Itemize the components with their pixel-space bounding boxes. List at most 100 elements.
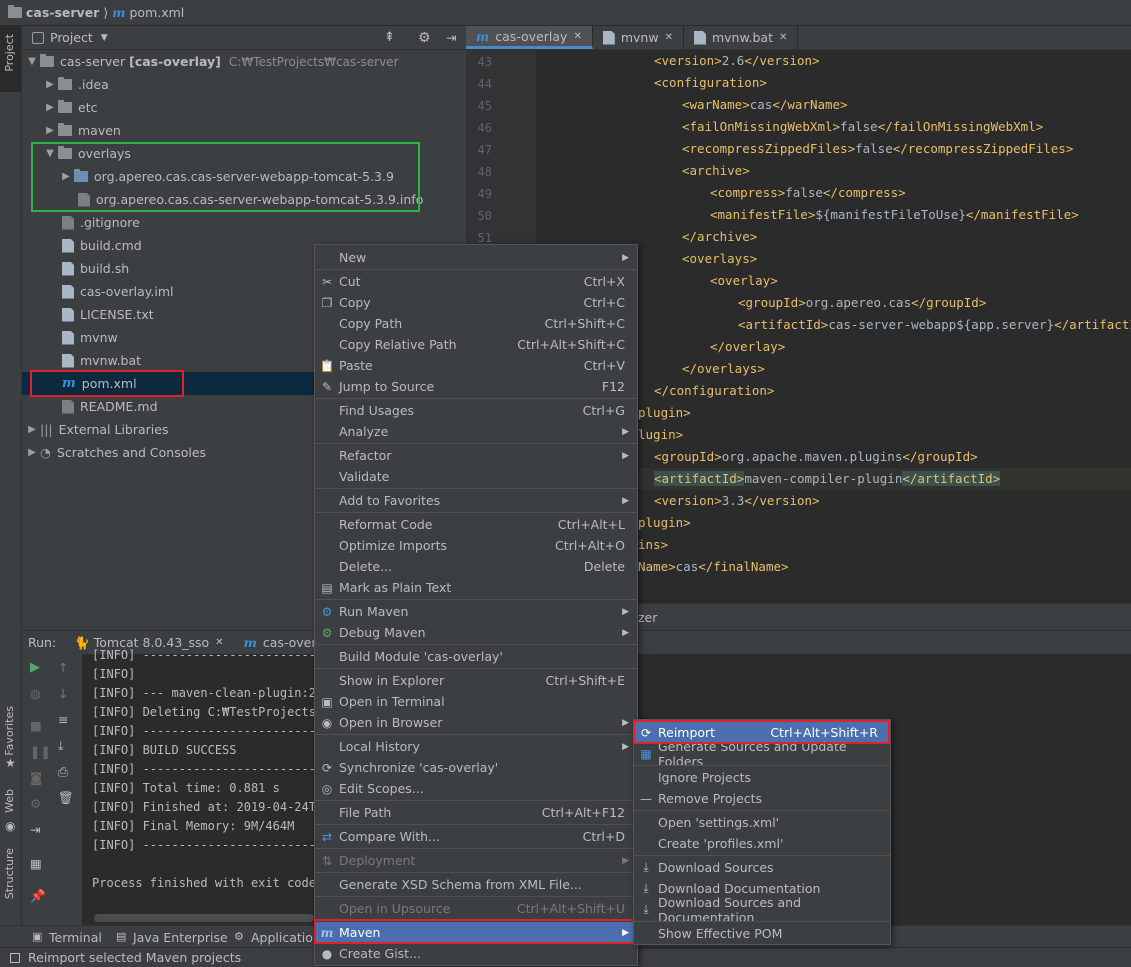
- application-tab[interactable]: Application: [251, 930, 321, 945]
- up-arrow-icon[interactable]: ↑: [58, 660, 68, 675]
- project-tool-tab[interactable]: Project: [3, 34, 16, 72]
- menu-item-synchronize[interactable]: ⟳ Synchronize 'cas-overlay': [315, 757, 637, 778]
- menu-item-file-path[interactable]: File Path Ctrl+Alt+F12: [315, 802, 637, 823]
- menu-item-add-to-favorites[interactable]: Add to Favorites ▶: [315, 490, 637, 511]
- trash-icon[interactable]: 🗑: [58, 790, 74, 806]
- dump-icon[interactable]: ◙: [30, 770, 42, 785]
- run-icon[interactable]: ▶: [30, 660, 40, 675]
- web-tool-tab[interactable]: Web: [3, 789, 16, 813]
- menu-item-optimize-imports[interactable]: Optimize Imports Ctrl+Alt+O: [315, 535, 637, 556]
- menu-item-delete[interactable]: Delete... Delete: [315, 556, 637, 577]
- menu-item-cut[interactable]: ✂ Cut Ctrl+X: [315, 271, 637, 292]
- layout-icon[interactable]: ▦: [30, 856, 42, 871]
- collapsed-arrow-icon[interactable]: ▶: [42, 102, 58, 113]
- folder-icon: [58, 100, 72, 113]
- terminal-tab[interactable]: Terminal: [49, 930, 102, 945]
- menu-item-build-module[interactable]: Build Module 'cas-overlay': [315, 646, 637, 667]
- menu-item-download-sources[interactable]: ⤓ Download Sources: [634, 857, 890, 878]
- close-icon[interactable]: ✕: [215, 637, 223, 648]
- structure-tool-tab[interactable]: Structure: [3, 848, 16, 899]
- print-icon[interactable]: ⎙: [58, 764, 68, 780]
- collapsed-arrow-icon[interactable]: ▶: [42, 125, 58, 136]
- status-icon[interactable]: [10, 952, 20, 963]
- collapsed-arrow-icon[interactable]: ▶: [42, 79, 58, 90]
- expanded-arrow-icon[interactable]: ▼: [24, 56, 40, 67]
- line-number: 46: [477, 121, 492, 135]
- menu-item-generate-sources[interactable]: ▦ Generate Sources and Update Folders: [634, 739, 890, 769]
- expanded-arrow-icon[interactable]: ▼: [42, 148, 58, 159]
- hide-icon[interactable]: ⇥: [446, 30, 456, 45]
- close-icon[interactable]: ✕: [779, 32, 787, 43]
- console-line: [INFO]: [92, 667, 136, 681]
- tree-item-overlays[interactable]: ▼ overlays: [22, 142, 466, 165]
- tab-mvnw-bat[interactable]: mvnw.bat ✕: [684, 26, 799, 49]
- tab-mvnw[interactable]: mvnw ✕: [593, 26, 684, 49]
- tree-label: org.apereo.cas.cas-server-webapp-tomcat-…: [94, 169, 394, 184]
- menu-item-open-in-browser[interactable]: ◉ Open in Browser ▶: [315, 712, 637, 733]
- module-name: [cas-overlay]: [129, 54, 221, 69]
- nav-project[interactable]: cas-server: [26, 5, 99, 20]
- menu-item-run-maven[interactable]: ⚙ Run Maven ▶: [315, 601, 637, 622]
- menu-item-create-profiles-xml[interactable]: Create 'profiles.xml': [634, 833, 890, 854]
- project-panel-title[interactable]: Project: [50, 30, 93, 45]
- collapsed-arrow-icon[interactable]: ▶: [24, 424, 40, 435]
- menu-item-edit-scopes[interactable]: ◎ Edit Scopes...: [315, 778, 637, 799]
- nav-file[interactable]: pom.xml: [129, 5, 184, 20]
- menu-item-copy-relative-path[interactable]: Copy Relative Path Ctrl+Alt+Shift+C: [315, 334, 637, 355]
- menu-item-analyze[interactable]: Analyze ▶: [315, 421, 637, 442]
- gear-icon[interactable]: ⚙: [418, 30, 431, 46]
- login-icon[interactable]: ⇥: [30, 822, 40, 837]
- tree-item-overlay-webapp[interactable]: ▶ org.apereo.cas.cas-server-webapp-tomcat…: [22, 165, 466, 188]
- menu-item-ignore-projects[interactable]: Ignore Projects: [634, 767, 890, 788]
- menu-item-new[interactable]: New ▶: [315, 247, 637, 268]
- menu-item-copy-path[interactable]: Copy Path Ctrl+Shift+C: [315, 313, 637, 334]
- menu-item-remove-projects[interactable]: — Remove Projects: [634, 788, 890, 809]
- scroll-to-end-icon[interactable]: ⤓: [58, 738, 64, 754]
- tree-item-maven[interactable]: ▶ maven: [22, 119, 466, 142]
- soft-wrap-icon[interactable]: ≡: [58, 712, 68, 727]
- java-enterprise-tab[interactable]: Java Enterprise: [133, 930, 228, 945]
- settings-icon[interactable]: ⚙: [30, 796, 41, 811]
- collapsed-arrow-icon[interactable]: ▶: [24, 447, 40, 458]
- menu-item-show-in-explorer[interactable]: Show in Explorer Ctrl+Shift+E: [315, 670, 637, 691]
- collapsed-arrow-icon[interactable]: ▶: [58, 171, 74, 182]
- tree-item-idea[interactable]: ▶ .idea: [22, 73, 466, 96]
- structure-tab-fragment[interactable]: zer: [638, 610, 657, 625]
- menu-item-show-effective-pom[interactable]: Show Effective POM: [634, 923, 890, 944]
- menu-item-mark-plain-text[interactable]: ▤ Mark as Plain Text: [315, 577, 637, 598]
- submenu-arrow-icon: ▶: [622, 606, 629, 617]
- menu-item-download-sources-and-docs[interactable]: ⤓ Download Sources and Documentation: [634, 895, 890, 925]
- menu-item-generate-xsd[interactable]: Generate XSD Schema from XML File...: [315, 874, 637, 895]
- collapse-all-icon[interactable]: ⇞: [384, 30, 395, 45]
- menu-item-open-in-terminal[interactable]: ▣ Open in Terminal: [315, 691, 637, 712]
- close-icon[interactable]: ✕: [573, 31, 581, 42]
- menu-item-create-gist[interactable]: ● Create Gist...: [315, 943, 637, 964]
- menu-item-compare-with[interactable]: ⇄ Compare With... Ctrl+D: [315, 826, 637, 847]
- menu-item-jump-to-source[interactable]: ✎ Jump to Source F12: [315, 376, 637, 397]
- menu-item-local-history[interactable]: Local History ▶: [315, 736, 637, 757]
- menu-item-find-usages[interactable]: Find Usages Ctrl+G: [315, 400, 637, 421]
- menu-item-paste[interactable]: 📋 Paste Ctrl+V: [315, 355, 637, 376]
- menu-item-debug-maven[interactable]: ⚙ Debug Maven ▶: [315, 622, 637, 643]
- menu-item-maven[interactable]: m Maven ▶: [315, 922, 637, 943]
- tree-item-overlay-info[interactable]: org.apereo.cas.cas-server-webapp-tomcat-…: [22, 188, 466, 211]
- tree-item-etc[interactable]: ▶ etc: [22, 96, 466, 119]
- tree-item-gitignore[interactable]: .gitignore: [22, 211, 466, 234]
- pin-icon[interactable]: 📌: [30, 888, 46, 904]
- menu-item-copy[interactable]: ❐ Copy Ctrl+C: [315, 292, 637, 313]
- menu-item-reformat-code[interactable]: Reformat Code Ctrl+Alt+L: [315, 514, 637, 535]
- stop-icon[interactable]: ■: [30, 718, 42, 733]
- favorites-tool-tab[interactable]: Favorites: [3, 706, 16, 756]
- pause-icon[interactable]: ❚❚: [30, 744, 51, 759]
- menu-item-refactor[interactable]: Refactor ▶: [315, 445, 637, 466]
- submenu-arrow-icon: ▶: [622, 426, 629, 437]
- chevron-down-icon[interactable]: ▼: [101, 33, 108, 43]
- menu-item-validate[interactable]: Validate: [315, 466, 637, 487]
- horizontal-scrollbar[interactable]: [94, 914, 314, 922]
- menu-item-open-settings-xml[interactable]: Open 'settings.xml': [634, 812, 890, 833]
- close-icon[interactable]: ✕: [665, 32, 673, 43]
- tab-cas-overlay[interactable]: m cas-overlay ✕: [466, 26, 593, 49]
- tree-item-root[interactable]: ▼ cas-server [cas-overlay] C:₩TestProjec…: [22, 50, 466, 73]
- debug-icon[interactable]: ◍: [30, 686, 41, 701]
- down-arrow-icon[interactable]: ↓: [58, 686, 68, 701]
